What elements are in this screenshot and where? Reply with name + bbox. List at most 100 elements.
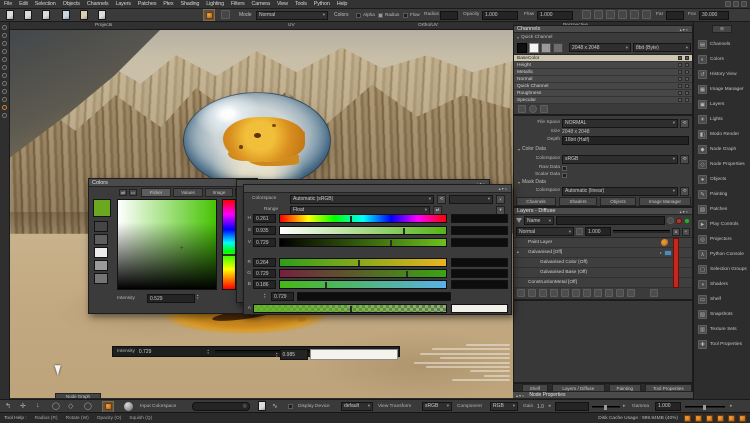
tool-icon[interactable] bbox=[2, 65, 7, 70]
status-icon[interactable] bbox=[728, 415, 735, 422]
color-colorspace-dropdown[interactable]: sRGB bbox=[562, 155, 678, 164]
r-entry-field[interactable] bbox=[451, 258, 508, 267]
window-controls[interactable]: ▴▾× bbox=[680, 27, 689, 32]
masking-icon[interactable] bbox=[594, 10, 603, 19]
swatch-black[interactable] bbox=[517, 43, 527, 53]
sidebar-item-projectors[interactable]: ◎Projectors bbox=[694, 232, 750, 247]
swap-colors-icon[interactable]: ⇄ bbox=[119, 189, 127, 196]
sidebar-item-lights[interactable]: ☀Lights bbox=[694, 112, 750, 127]
enabled-icon[interactable] bbox=[684, 218, 690, 224]
color-swatch[interactable] bbox=[94, 247, 108, 258]
colors-dialog-titlebar[interactable]: Colors ▴▾× bbox=[89, 179, 257, 187]
export-icon[interactable] bbox=[80, 10, 88, 20]
reset-colors-icon[interactable]: ▭ bbox=[129, 189, 137, 196]
file-space-reset-icon[interactable]: ⟲ bbox=[680, 119, 689, 128]
sidebar-item-shelf[interactable]: ▭Shelf bbox=[694, 292, 750, 307]
alpha-slider[interactable] bbox=[253, 304, 447, 313]
save-project-icon[interactable] bbox=[42, 10, 50, 20]
sidebar-item-node-graph[interactable]: ◆Node Graph bbox=[694, 142, 750, 157]
sidebar-item-node-properties[interactable]: ◇Node Properties bbox=[694, 157, 750, 172]
sidebar-item-selection-groups[interactable]: ▢Selection Groups bbox=[694, 262, 750, 277]
curve-icon[interactable]: ∿ bbox=[272, 402, 278, 410]
window-controls[interactable]: ▴▾× bbox=[680, 209, 689, 214]
tool-icon[interactable] bbox=[2, 49, 7, 54]
snapshot-icon[interactable] bbox=[258, 401, 266, 411]
status-icon[interactable] bbox=[684, 415, 691, 422]
remove-channel-icon[interactable] bbox=[540, 105, 548, 113]
color-swatch[interactable] bbox=[94, 234, 108, 245]
tool-icon-active[interactable] bbox=[2, 105, 7, 110]
menu-python[interactable]: Python bbox=[314, 1, 330, 7]
record-icon[interactable] bbox=[676, 218, 682, 224]
layout-icon[interactable] bbox=[725, 1, 731, 7]
sidebar-item-patches[interactable]: ▧Patches bbox=[694, 202, 750, 217]
menu-camera[interactable]: Camera bbox=[252, 1, 270, 7]
section-arrow-icon[interactable]: ▾ bbox=[518, 147, 520, 152]
move-icon[interactable]: ✛ bbox=[20, 402, 26, 410]
window-layout-buttons[interactable] bbox=[725, 1, 747, 7]
colorspace-reset-icon[interactable]: ⟲ bbox=[680, 155, 689, 164]
tool-icon[interactable] bbox=[2, 25, 7, 30]
v-entry-field[interactable] bbox=[451, 238, 508, 247]
tab-image[interactable]: Image bbox=[205, 188, 233, 197]
raw-data-checkbox[interactable] bbox=[562, 166, 567, 171]
spinner-value-field[interactable]: 0.729 bbox=[271, 292, 294, 301]
layout-icon[interactable] bbox=[741, 1, 747, 7]
component-dropdown[interactable]: RGB bbox=[490, 402, 518, 411]
channel-row[interactable]: Quick Channel bbox=[514, 83, 692, 90]
play-icon[interactable] bbox=[630, 10, 639, 19]
channel-row[interactable]: Metallic bbox=[514, 69, 692, 76]
layout-icon[interactable] bbox=[733, 1, 739, 7]
shader-sphere-icon[interactable] bbox=[124, 402, 133, 411]
clear-search-icon[interactable] bbox=[667, 217, 674, 224]
tab-shaders[interactable]: Shaders bbox=[559, 197, 597, 206]
new-project-icon[interactable] bbox=[6, 10, 14, 20]
blend-mode-dropdown[interactable]: Normal bbox=[516, 227, 574, 236]
ellipse-icon[interactable]: ◯ bbox=[84, 402, 92, 410]
paint-buffer-icon[interactable] bbox=[618, 10, 627, 19]
current-color-swatch[interactable] bbox=[93, 199, 111, 217]
channel-row-selected[interactable]: BaseColor bbox=[514, 55, 692, 62]
saturation-value-square[interactable]: + bbox=[117, 199, 217, 290]
hue-handle[interactable] bbox=[223, 254, 235, 256]
h-entry-field[interactable] bbox=[451, 214, 508, 223]
tool-icon[interactable] bbox=[2, 97, 7, 102]
view-transform-dropdown[interactable]: sRGB bbox=[422, 402, 452, 411]
secondary-dropdown[interactable] bbox=[449, 195, 493, 204]
layer-action-icon[interactable] bbox=[528, 289, 536, 297]
sidebar-item-snapshots[interactable]: ▨Snapshots bbox=[694, 307, 750, 322]
sidebar-item-objects[interactable]: ●Objects bbox=[694, 172, 750, 187]
delete-layer-icon[interactable] bbox=[650, 289, 658, 297]
blue-slider[interactable] bbox=[279, 280, 447, 289]
layer-row-group[interactable]: •Galvanised [Off] ▸ bbox=[514, 248, 692, 258]
layer-action-icon[interactable] bbox=[616, 289, 624, 297]
alpha-entry-field[interactable] bbox=[451, 304, 508, 313]
layer-action-icon[interactable] bbox=[594, 289, 602, 297]
v-value-field[interactable]: 0.729 bbox=[253, 238, 276, 247]
add-adjustment-icon[interactable]: a bbox=[672, 228, 680, 236]
mode-dropdown[interactable]: Normal bbox=[256, 11, 328, 20]
sidebar-item-painting[interactable]: ✎Painting bbox=[694, 187, 750, 202]
sidebar-item-play-controls[interactable]: ►Play Controls bbox=[694, 217, 750, 232]
sidebar-item-colors[interactable]: ◐Colors bbox=[694, 52, 750, 67]
eraser-tool-icon[interactable] bbox=[221, 10, 230, 19]
red-slider[interactable] bbox=[279, 258, 447, 267]
g-value-field[interactable]: 0.729 bbox=[253, 269, 276, 278]
radius-field[interactable] bbox=[440, 11, 458, 20]
tab-image-manager[interactable]: Image Manager bbox=[639, 197, 691, 206]
depth-field[interactable]: 16bit (Half) bbox=[562, 136, 689, 145]
white-value-field[interactable] bbox=[310, 349, 398, 360]
sidebar-item-channels[interactable]: ▤Channels bbox=[694, 37, 750, 52]
hue-slider[interactable] bbox=[279, 214, 447, 223]
far-field[interactable] bbox=[666, 11, 684, 20]
sidebar-item-modo-render[interactable]: ◧Modo Render bbox=[694, 127, 750, 142]
tool-icon[interactable] bbox=[2, 113, 7, 118]
tab-objects[interactable]: Objects bbox=[600, 197, 636, 206]
sidebar-item-tool-properties[interactable]: ✚Tool Properties bbox=[694, 337, 750, 352]
tool-icon[interactable] bbox=[2, 89, 7, 94]
layer-row[interactable]: ConstructionMetal [Off] bbox=[514, 278, 692, 288]
section-arrow-icon[interactable]: ▾ bbox=[518, 180, 520, 185]
drop-icon[interactable]: ↓ bbox=[36, 402, 40, 409]
layer-row-child[interactable]: Galvanised Base (Off) bbox=[514, 268, 692, 278]
b-entry-field[interactable] bbox=[451, 280, 508, 289]
